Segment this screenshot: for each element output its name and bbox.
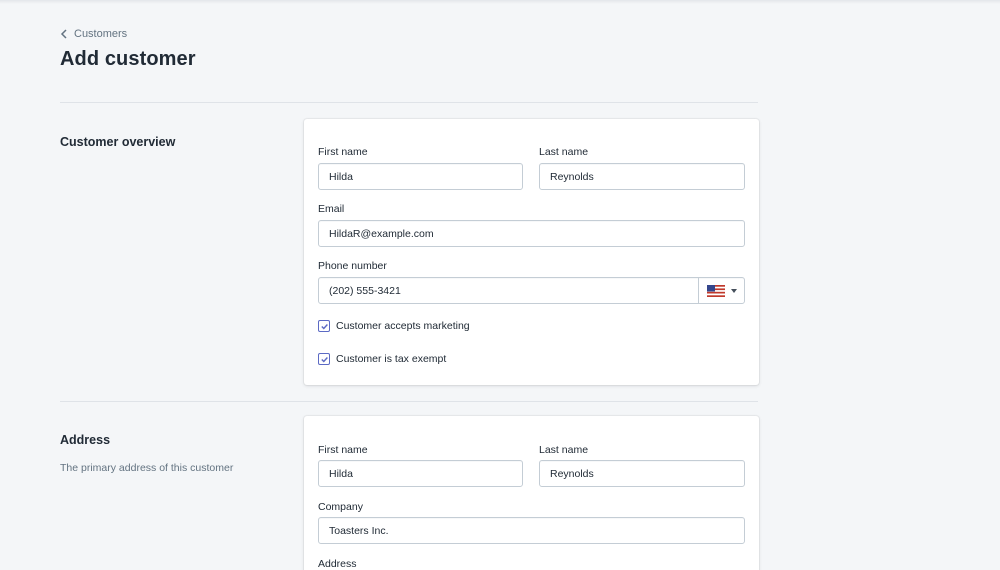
section-description-address: The primary address of this customer xyxy=(60,462,234,474)
breadcrumb-back-link[interactable]: Customers xyxy=(60,28,127,40)
section-title-address: Address xyxy=(60,433,111,447)
last-name-label: Last name xyxy=(539,146,589,158)
phone-number-field[interactable] xyxy=(318,277,745,304)
address-card: First name Last name Company Address xyxy=(304,416,759,570)
address-first-name-field[interactable] xyxy=(318,460,523,487)
breadcrumb-label: Customers xyxy=(74,28,128,40)
checkbox-accepts-marketing-label: Customer accepts marketing xyxy=(336,320,470,332)
us-flag-icon xyxy=(706,284,725,297)
checkbox-tax-exempt-label: Customer is tax exempt xyxy=(336,353,447,365)
caret-down-icon xyxy=(730,288,737,293)
checkmark-icon xyxy=(320,356,328,363)
email-field[interactable] xyxy=(318,220,745,247)
last-name-input[interactable] xyxy=(540,164,744,189)
last-name-field[interactable] xyxy=(539,163,745,190)
customer-overview-card: First name Last name Email Phone number xyxy=(304,119,759,385)
email-input[interactable] xyxy=(319,221,744,246)
page-title: Add customer xyxy=(60,48,196,70)
address-last-name-input[interactable] xyxy=(540,461,744,486)
first-name-label: First name xyxy=(318,146,368,158)
checkmark-icon xyxy=(320,323,328,330)
phone-number-input[interactable] xyxy=(319,278,699,303)
chevron-left-icon xyxy=(60,29,67,39)
header-divider xyxy=(60,102,758,103)
section-divider xyxy=(60,401,758,402)
first-name-input[interactable] xyxy=(319,164,522,189)
address-line-label: Address xyxy=(318,558,357,570)
first-name-field[interactable] xyxy=(318,163,523,190)
checkbox-tax-exempt[interactable]: Customer is tax exempt xyxy=(318,353,446,365)
top-bar-shadow xyxy=(0,0,1000,4)
address-first-name-input[interactable] xyxy=(319,461,522,486)
country-code-select[interactable] xyxy=(698,278,744,303)
company-input[interactable] xyxy=(319,518,744,543)
checkbox-accepts-marketing[interactable]: Customer accepts marketing xyxy=(318,320,470,332)
address-first-name-label: First name xyxy=(318,444,368,456)
section-title-customer-overview: Customer overview xyxy=(60,135,176,149)
phone-number-label: Phone number xyxy=(318,260,387,272)
company-field[interactable] xyxy=(318,517,745,544)
checkbox-accepts-marketing-box[interactable] xyxy=(318,320,330,332)
email-label: Email xyxy=(318,203,345,215)
checkbox-tax-exempt-box[interactable] xyxy=(318,353,330,365)
company-label: Company xyxy=(318,501,363,513)
address-last-name-label: Last name xyxy=(539,444,589,456)
address-last-name-field[interactable] xyxy=(539,460,745,487)
